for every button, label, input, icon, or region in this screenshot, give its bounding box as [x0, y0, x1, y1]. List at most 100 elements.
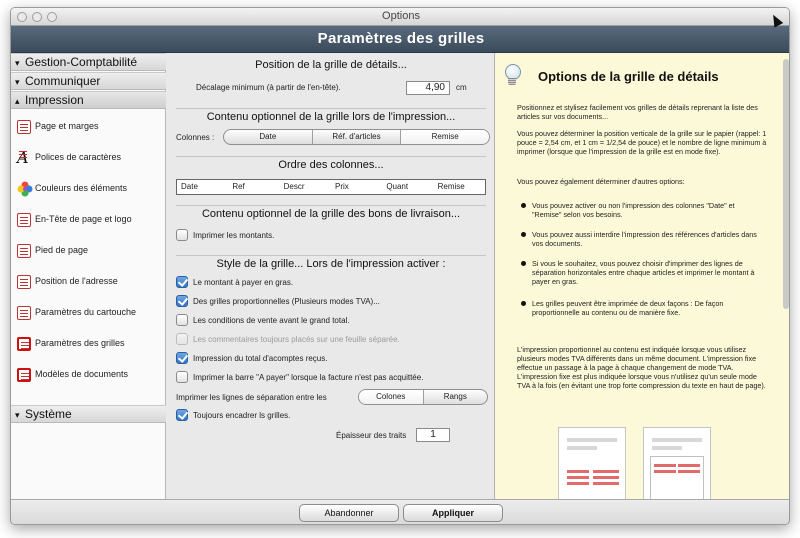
deposits-total-label: Impression du total d'acomptes reçus. [193, 354, 328, 363]
window-title: Options [382, 10, 420, 22]
separator-lines-label: Imprimer les lignes de séparation entre … [176, 393, 327, 402]
page-icon [17, 120, 31, 134]
order-col-prix[interactable]: Prix [331, 180, 382, 194]
bold-amount-checkbox[interactable] [176, 276, 188, 288]
sidebar-item-pied[interactable]: Pied de page [11, 236, 166, 266]
page-title: Paramètres des grilles [317, 30, 485, 47]
font-icon: A [17, 148, 31, 167]
chevron-down-icon: ▾ [15, 77, 20, 87]
deposits-total-checkbox[interactable] [176, 352, 188, 364]
to-pay-bar-label: Imprimer la barre "A payer" lorsque la f… [193, 373, 424, 382]
proportional-grid-preview [558, 427, 626, 499]
print-amounts-checkbox[interactable] [176, 229, 188, 241]
columns-segmented-control[interactable]: Date Réf. d'articles Remise [223, 129, 490, 145]
thickness-label: Épaisseur des traits [336, 431, 407, 440]
grid-icon [17, 337, 31, 351]
help-paragraph-3: Vous pouvez également déterminer d'autre… [517, 177, 685, 186]
help-bullet: Les grilles peuvent être imprimée de deu… [521, 299, 764, 317]
help-paragraph-4: L'impression proportionnel au contenu es… [517, 345, 766, 390]
page-header: Paramètres des grilles [11, 26, 789, 53]
sidebar-item-label: Paramètres du cartouche [35, 307, 137, 317]
comments-separate-checkbox [176, 333, 188, 345]
address-icon [17, 275, 31, 289]
sidebar-item-label: Couleurs des éléments [35, 183, 128, 193]
sidebar-item-label: Modèles de documents [35, 369, 129, 379]
offset-unit: cm [456, 83, 467, 92]
order-col-date[interactable]: Date [177, 180, 228, 194]
help-panel: Options de la grille de détails Position… [494, 53, 789, 499]
sidebar-item-label: Pied de page [35, 245, 89, 255]
sales-conditions-label: Les conditions de vente avant le grand t… [193, 316, 350, 325]
order-col-quant[interactable]: Quant [382, 180, 433, 194]
help-bullet: Vous pouvez activer ou non l'impression … [521, 201, 764, 219]
sidebar-section-label: Communiquer [25, 74, 101, 88]
columns-label: Colonnes : [176, 133, 215, 142]
chevron-up-icon: ▴ [15, 96, 20, 106]
settings-panel: Position de la grille de détails... Déca… [166, 53, 494, 499]
options-window: Options Paramètres des grilles ▾ Gestion-… [10, 7, 790, 525]
sidebar-item-label: En-Tête de page et logo [35, 214, 132, 224]
sidebar-item-label: Paramètres des grilles [35, 338, 125, 348]
help-title: Options de la grille de détails [538, 69, 719, 84]
sidebar-item-modeles[interactable]: Modèles de documents [11, 360, 166, 390]
sidebar-item-polices[interactable]: A Polices de caractères [11, 143, 166, 173]
frame-grids-checkbox[interactable] [176, 409, 188, 421]
separator-segmented-control[interactable]: Colones Rangs [358, 389, 488, 405]
sidebar-item-entete[interactable]: En-Tête de page et logo [11, 205, 166, 235]
proportional-grid-checkbox[interactable] [176, 295, 188, 307]
sidebar-item-couleurs[interactable]: Couleurs des éléments [11, 174, 166, 204]
sidebar-section-label: Système [25, 407, 72, 421]
delivery-section-title: Contenu optionnel de la grille des bons … [176, 205, 486, 221]
sidebar-item-label: Position de l'adresse [35, 276, 118, 286]
sidebar-item-page-marges[interactable]: Page et marges [11, 112, 166, 142]
help-scrollbar[interactable] [783, 59, 789, 309]
print-amounts-label: Imprimer les montants. [193, 231, 275, 240]
sidebar-section-communiquer[interactable]: ▾ Communiquer [11, 72, 166, 90]
help-paragraph-2: Vous pouvez déterminer la position verti… [517, 129, 767, 156]
segment-date[interactable]: Date [224, 130, 312, 144]
sidebar-section-label: Impression [25, 93, 84, 107]
title-bar: Options [11, 8, 789, 26]
sidebar-item-grilles[interactable]: Paramètres des grilles [11, 329, 166, 359]
cartouche-icon [17, 306, 31, 320]
lightbulb-icon [505, 64, 521, 86]
sidebar-section-gestion[interactable]: ▾ Gestion-Comptabilité [11, 53, 166, 71]
order-col-remise[interactable]: Remise [434, 180, 485, 194]
thickness-input[interactable]: 1 [416, 428, 450, 442]
sidebar: ▾ Gestion-Comptabilité ▾ Communiquer ▴ Impr… [11, 53, 166, 499]
order-col-ref[interactable]: Ref [228, 180, 279, 194]
optional-content-title: Contenu optionnel de la grille lors de l… [176, 108, 486, 124]
to-pay-bar-checkbox[interactable] [176, 371, 188, 383]
offset-input[interactable]: 4,90 [406, 81, 450, 95]
cancel-button[interactable]: Abandonner [299, 504, 399, 522]
order-col-descr[interactable]: Descr [280, 180, 331, 194]
sidebar-item-label: Page et marges [35, 121, 99, 131]
frame-grids-label: Toujours encadrer ls grilles. [193, 411, 291, 420]
sidebar-item-adresse[interactable]: Position de l'adresse [11, 267, 166, 297]
position-section-title: Position de la grille de détails... [255, 59, 407, 71]
footer-bar: Abandonner Appliquer [11, 499, 789, 524]
segment-ref-articles[interactable]: Réf. d'articles [311, 130, 401, 144]
sidebar-section-systeme[interactable]: ▾ Système [11, 405, 166, 423]
help-bullet: Si vous le souhaitez, vous pouvez choisi… [521, 259, 764, 286]
column-order-list[interactable]: Date Ref Descr Prix Quant Remise [176, 179, 486, 195]
header-icon [17, 213, 31, 227]
help-paragraph-1: Positionnez et stylisez facilement vos g… [517, 103, 758, 121]
order-section-title: Ordre des colonnes... [176, 156, 486, 172]
segment-rangs[interactable]: Rangs [422, 390, 488, 404]
color-flower-icon [17, 181, 33, 197]
sidebar-section-label: Gestion-Comptabilité [25, 55, 138, 69]
segment-colones[interactable]: Colones [359, 390, 423, 404]
sales-conditions-checkbox[interactable] [176, 314, 188, 326]
footer-icon [17, 244, 31, 258]
style-section-title: Style de la grille... Lors de l'impressi… [176, 255, 486, 271]
comments-separate-label: Les commentaires toujours placés sur une… [193, 335, 400, 344]
apply-button[interactable]: Appliquer [403, 504, 503, 522]
help-bullet: Vous pouvez aussi interdire l'impression… [521, 230, 764, 248]
sidebar-section-impression[interactable]: ▴ Impression [11, 91, 166, 109]
segment-remise[interactable]: Remise [400, 130, 489, 144]
bold-amount-label: Le montant à payer en gras. [193, 278, 294, 287]
chevron-down-icon: ▾ [15, 410, 20, 420]
templates-icon [17, 368, 31, 382]
sidebar-item-cartouche[interactable]: Paramètres du cartouche [11, 298, 166, 328]
